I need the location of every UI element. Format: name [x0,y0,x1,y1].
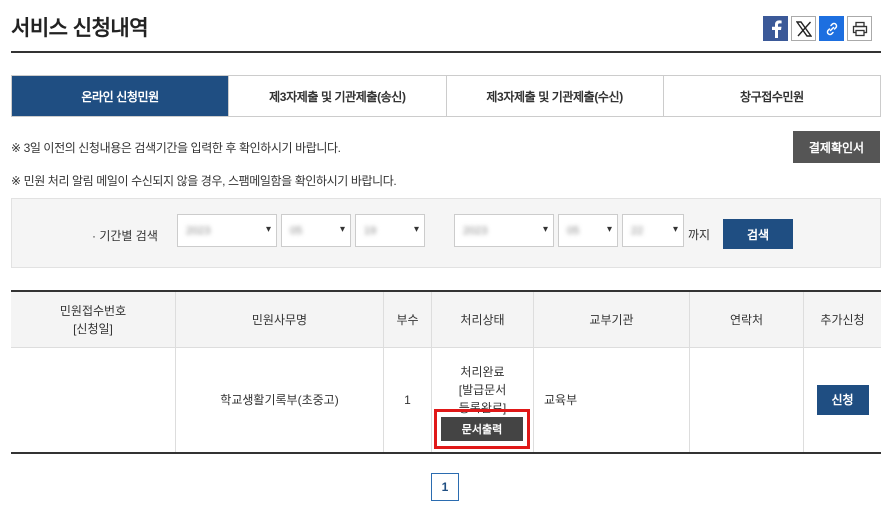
tab-counter-applications[interactable]: 창구접수민원 [662,76,880,116]
start-day-value: 19 [364,224,377,237]
header-issuing-agency: 교부기관 [533,292,689,348]
payment-confirmation-button[interactable]: 결제확인서 [793,131,880,163]
x-icon[interactable] [791,16,816,41]
facebook-icon[interactable] [763,16,788,41]
end-day-select[interactable]: 22 ▾ [622,214,684,247]
receipt-number-cell [11,348,175,452]
end-month-value: 05 [567,224,580,237]
status-line: [발급문서 [458,383,507,397]
header-copies: 부수 [383,292,431,348]
table-header-row: 민원접수번호 [신청일] 민원사무명 부수 처리상태 교부기관 연락처 추가신청 [11,292,881,348]
header-contact: 연락처 [689,292,803,348]
until-label: 까지 [688,228,711,242]
title-divider [11,51,881,53]
tab-third-party-sent[interactable]: 제3자제출 및 기관제출(송신) [228,76,446,116]
header-additional-application: 추가신청 [803,292,881,348]
apply-button[interactable]: 신청 [816,385,869,415]
period-search-panel: · 기간별 검색 2023 ▾ 05 ▾ 19 ▾ 2023 ▾ 05 ▾ 22 ▾ 까지 … [11,198,881,268]
start-day-select[interactable]: 19 ▾ [355,214,425,247]
header-application-date-label: [신청일] [73,321,113,336]
agency-cell: 교육부 [533,348,689,452]
header-service-name: 민원사무명 [175,292,383,348]
notice-search-period: ※ 3일 이전의 신청내용은 검색기간을 입력한 후 확인하시기 바랍니다. [11,141,341,155]
end-year-select[interactable]: 2023 ▾ [454,214,554,247]
tab-third-party-received[interactable]: 제3자제출 및 기관제출(수신) [445,76,663,116]
chevron-down-icon: ▾ [265,224,271,235]
status-line: 처리완료 [460,365,505,379]
start-year-value: 2023 [186,224,211,237]
print-button-highlight: 문서출력 [434,409,530,449]
copies-cell: 1 [383,348,431,452]
page-title: 서비스 신청내역 [11,17,149,40]
chevron-down-icon: ▾ [413,224,419,235]
chevron-down-icon: ▾ [606,224,612,235]
share-toolbar [763,16,872,41]
contact-cell [689,348,803,452]
end-month-select[interactable]: 05 ▾ [558,214,618,247]
print-document-button[interactable]: 문서출력 [441,417,523,441]
end-day-value: 22 [631,224,644,237]
service-name-cell: 학교생활기록부(초중고) [175,348,383,452]
end-year-value: 2023 [463,224,488,237]
link-icon[interactable] [819,16,844,41]
tab-bar: 온라인 신청민원 제3자제출 및 기관제출(송신) 제3자제출 및 기관제출(수… [11,75,881,117]
header-status: 처리상태 [431,292,533,348]
start-month-select[interactable]: 05 ▾ [281,214,351,247]
tab-online-applications[interactable]: 온라인 신청민원 [12,76,229,116]
search-button[interactable]: 검색 [723,219,793,249]
start-month-value: 05 [290,224,303,237]
header-receipt-label: 민원접수번호 [59,303,127,318]
chevron-down-icon: ▾ [542,224,548,235]
chevron-down-icon: ▾ [672,224,678,235]
page-number-current[interactable]: 1 [431,473,459,501]
notice-spam-mail: ※ 민원 처리 알림 메일이 수신되지 않을 경우, 스팸메일함을 확인하시기 … [11,174,397,188]
period-search-label: · 기간별 검색 [92,229,158,243]
apply-cell: 신청 [803,348,881,452]
start-year-select[interactable]: 2023 ▾ [177,214,277,247]
chevron-down-icon: ▾ [339,224,345,235]
header-receipt-number: 민원접수번호 [신청일] [11,292,175,348]
print-icon[interactable] [847,16,872,41]
